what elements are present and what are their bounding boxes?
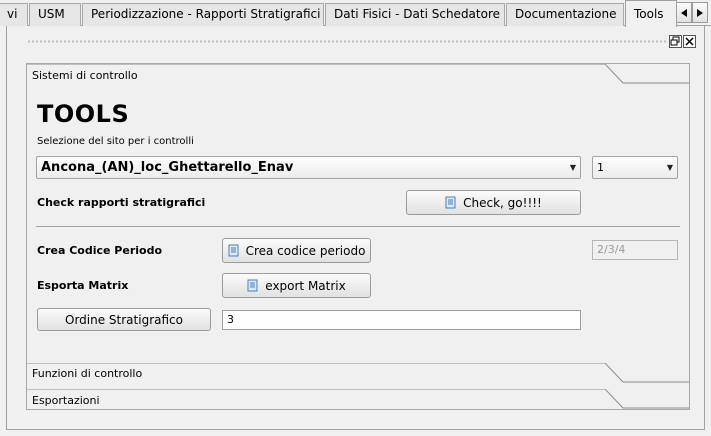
tab-usm[interactable]: USM — [29, 3, 81, 26]
periodo-label: Crea Codice Periodo — [37, 244, 163, 257]
crea-codice-periodo-button[interactable]: Crea codice periodo — [222, 238, 371, 263]
page-title: TOOLS — [37, 100, 130, 128]
tab-documentazione[interactable]: Documentazione — [506, 3, 624, 26]
tab-label: USM — [38, 7, 65, 21]
ordine-stratigrafico-button[interactable]: Ordine Stratigrafico — [37, 308, 211, 331]
tab-label: Documentazione — [515, 7, 617, 21]
section-label: Sistemi di controllo — [32, 69, 138, 82]
number-select-value: 1 — [597, 161, 604, 174]
crea-codice-periodo-label: Crea codice periodo — [245, 243, 366, 258]
document-icon — [247, 279, 259, 292]
site-select-value: Ancona_(AN)_loc_Ghettarello_Enav — [41, 160, 294, 175]
tab-periodizzazione[interactable]: Periodizzazione - Rapporti Stratigrafici — [82, 3, 324, 26]
toolbox: Sistemi di controllo TOOLS Selezione del… — [26, 63, 690, 410]
export-matrix-label: export Matrix — [265, 278, 346, 293]
export-matrix-button[interactable]: export Matrix — [222, 273, 371, 298]
site-label: Selezione del sito per i controlli — [37, 136, 194, 147]
close-button[interactable] — [683, 35, 696, 48]
right-arrow-icon — [697, 8, 703, 17]
matrix-label: Esporta Matrix — [37, 279, 129, 292]
check-button-label: Check, go!!!! — [463, 195, 542, 210]
divider — [36, 226, 680, 227]
site-select[interactable]: Ancona_(AN)_loc_Ghettarello_Enav ▼ — [36, 156, 581, 179]
left-arrow-icon — [681, 8, 687, 17]
document-icon — [228, 244, 240, 257]
float-window-button[interactable] — [669, 35, 682, 48]
tab-bar: vi USM Periodizzazione - Rapporti Strati… — [0, 0, 711, 27]
section-funzioni-di-controllo[interactable]: Funzioni di controllo — [27, 363, 689, 389]
section-sistemi-di-controllo[interactable]: Sistemi di controllo — [27, 64, 689, 90]
section-label: Funzioni di controllo — [32, 367, 143, 380]
ordine-field[interactable]: 3 — [222, 310, 581, 330]
tab-label: vi — [7, 7, 18, 21]
periodo-code-field[interactable]: 2/3/4 — [592, 240, 678, 260]
periodo-code-placeholder: 2/3/4 — [597, 243, 626, 256]
check-label: Check rapporti stratigrafici — [37, 196, 206, 209]
section-esportazioni[interactable]: Esportazioni — [27, 389, 689, 411]
tab-label: Dati Fisici - Dati Schedatore — [334, 7, 501, 21]
tools-page: Sistemi di controllo TOOLS Selezione del… — [6, 26, 705, 430]
chevron-down-icon: ▼ — [569, 163, 576, 172]
tab-scroll-left-button[interactable] — [676, 2, 692, 23]
check-button[interactable]: Check, go!!!! — [406, 190, 581, 215]
ordine-value: 3 — [227, 313, 234, 326]
tab-label: Periodizzazione - Rapporti Stratigrafici — [91, 7, 321, 21]
number-select[interactable]: 1 ▼ — [592, 156, 678, 179]
tab-label: Tools — [634, 7, 664, 21]
tab-dati-fisici[interactable]: Dati Fisici - Dati Schedatore — [325, 3, 505, 26]
tab-scroll-right-button[interactable] — [692, 2, 708, 23]
tab-tools[interactable]: Tools — [625, 0, 677, 27]
dock-grip[interactable] — [27, 40, 667, 43]
section-label: Esportazioni — [32, 394, 100, 407]
close-icon — [685, 37, 694, 46]
chevron-down-icon: ▼ — [666, 163, 673, 172]
float-window-icon — [670, 36, 680, 46]
ordine-stratigrafico-label: Ordine Stratigrafico — [65, 312, 183, 327]
document-icon — [445, 196, 457, 209]
tab-partial[interactable]: vi — [0, 3, 28, 26]
